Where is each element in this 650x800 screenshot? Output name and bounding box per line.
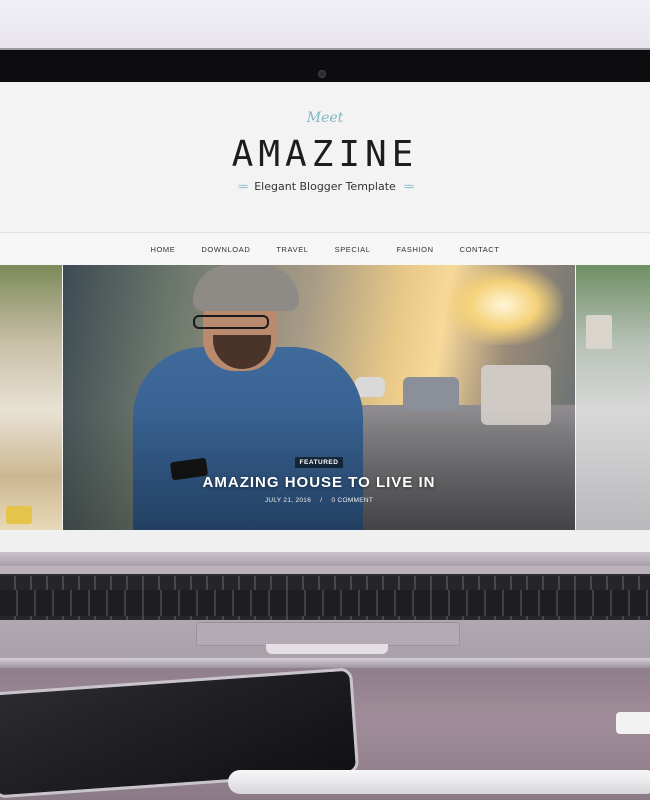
cup-image bbox=[6, 506, 32, 524]
slide-caption: FEATURED AMAZING HOUSE TO LIVE IN JULY 2… bbox=[63, 451, 575, 504]
slide-title-link[interactable]: AMAZING HOUSE TO LIVE IN bbox=[63, 474, 575, 491]
post-date: JULY 21, 2016 bbox=[264, 497, 312, 504]
laptop-lid-notch bbox=[266, 644, 388, 654]
meta-separator: / bbox=[320, 497, 323, 504]
nav-item-home[interactable]: HOME bbox=[137, 245, 188, 254]
webcam-icon bbox=[318, 70, 326, 78]
laptop-hinge bbox=[0, 552, 650, 566]
slide-current[interactable]: FEATURED AMAZING HOUSE TO LIVE IN JULY 2… bbox=[63, 265, 575, 530]
screen-bottom-area bbox=[0, 530, 650, 552]
nav-item-fashion[interactable]: FASHION bbox=[383, 245, 446, 254]
site-logo[interactable]: AMAZINE bbox=[0, 134, 650, 175]
nav-item-download[interactable]: DOWNLOAD bbox=[188, 245, 263, 254]
plant-pot-image bbox=[586, 315, 612, 349]
featured-badge: FEATURED bbox=[294, 457, 344, 468]
usb-adapter-object bbox=[616, 712, 650, 734]
trackpad bbox=[196, 622, 460, 646]
pen-object bbox=[228, 770, 650, 794]
keyboard-keys bbox=[0, 590, 650, 616]
nav-item-travel[interactable]: TRAVEL bbox=[263, 245, 321, 254]
comment-count-link[interactable]: 0 COMMENT bbox=[331, 497, 373, 504]
slide-next-image[interactable] bbox=[576, 265, 650, 530]
nav-item-special[interactable]: SPECIAL bbox=[322, 245, 384, 254]
laptop-front-edge bbox=[0, 658, 650, 668]
site-tagline: Elegant Blogger Template bbox=[254, 180, 396, 193]
site-meet-label: Meet bbox=[306, 110, 344, 126]
nav-item-contact[interactable]: CONTACT bbox=[447, 245, 513, 254]
slide-meta: JULY 21, 2016 / 0 COMMENT bbox=[63, 497, 575, 504]
slide-previous-image[interactable] bbox=[0, 265, 62, 530]
main-navigation: HOME DOWNLOAD TRAVEL SPECIAL FASHION CON… bbox=[0, 232, 650, 267]
laptop-screen: Meet AMAZINE ≈≈ Elegant Blogger Template… bbox=[0, 82, 650, 552]
site-header: Meet AMAZINE ≈≈ Elegant Blogger Template… bbox=[0, 82, 650, 232]
featured-slider: FEATURED AMAZING HOUSE TO LIVE IN JULY 2… bbox=[0, 265, 650, 530]
sprig-left-icon: ≈≈ bbox=[238, 180, 248, 193]
sprig-right-icon: ≈≈ bbox=[403, 180, 414, 193]
tagline-row: ≈≈ Elegant Blogger Template ≈≈ bbox=[0, 180, 650, 193]
